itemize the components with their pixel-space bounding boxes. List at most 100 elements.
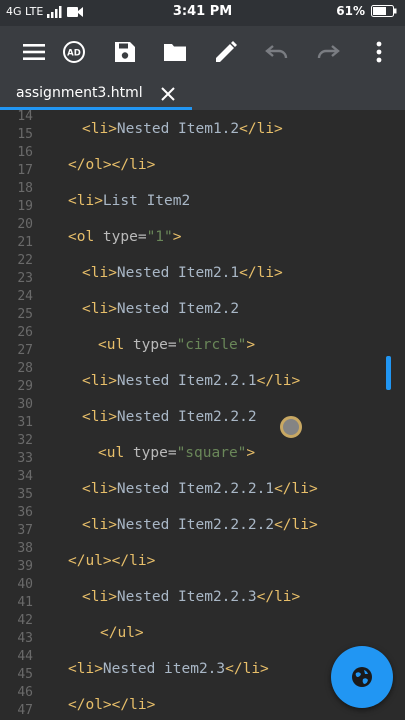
code-line[interactable]: <li>Nested Item2.2.1</li> [82, 372, 300, 390]
code-token: > [246, 337, 256, 353]
line-number: 45 [17, 667, 33, 682]
code-token: > [246, 445, 256, 461]
line-number: 35 [17, 487, 33, 502]
ad-button[interactable]: AD [60, 38, 88, 66]
code-line[interactable]: <li>Nested Item2.2.2.2</li> [82, 516, 318, 534]
code-editor[interactable]: 14 15 16 17 18 19 20 21 22 23 24 25 26 27 28 29 30 31 32 33… [0, 110, 405, 720]
svg-text:AD: AD [67, 49, 81, 59]
code-line[interactable]: <li>Nested Item2.2.2 [82, 408, 257, 426]
line-number: 21 [17, 235, 33, 250]
code-line[interactable]: <ol type="1"> [68, 228, 182, 246]
undo-button[interactable] [263, 38, 291, 66]
line-number: 24 [17, 289, 33, 304]
code-token: Nested Item2.2.3 [116, 589, 257, 605]
code-token: </ul></li> [68, 553, 156, 569]
line-number: 40 [17, 577, 33, 592]
code-token: type= [132, 337, 177, 353]
code-line[interactable]: <li>Nested Item2.1</li> [82, 264, 283, 282]
code-line[interactable]: </ul> [100, 624, 144, 642]
close-tab-button[interactable] [158, 84, 178, 104]
folder-icon [164, 44, 186, 61]
code-token: Nested Item2.2.2 [116, 409, 257, 425]
code-token: type= [132, 445, 177, 461]
code-token: <li> [82, 589, 117, 605]
line-number: 33 [17, 451, 33, 466]
edit-button[interactable] [212, 38, 240, 66]
line-number: 34 [17, 469, 33, 484]
code-line[interactable]: <li>List Item2 [68, 192, 190, 210]
save-button[interactable] [111, 38, 139, 66]
line-number: 30 [17, 397, 33, 412]
code-token: Nested Item1.2 [116, 121, 240, 137]
code-token: <ol [68, 229, 103, 245]
line-number: 42 [17, 613, 33, 628]
line-number: 19 [17, 199, 33, 214]
status-bar: 4G LTE 3:41 PM 61% [0, 0, 405, 26]
code-token: <li> [68, 193, 103, 209]
line-number: 31 [17, 415, 33, 430]
code-line[interactable]: <ul type="square"> [98, 444, 255, 462]
code-line[interactable]: <li>Nested Item2.2.3</li> [82, 588, 300, 606]
code-token: <li> [82, 265, 117, 281]
code-line[interactable]: <ul type="circle"> [98, 336, 255, 354]
redo-icon [317, 45, 340, 59]
line-number: 25 [17, 307, 33, 322]
file-tab[interactable]: assignment3.html [0, 78, 192, 110]
code-line[interactable]: <li>Nested Item2.2.2.1</li> [82, 480, 318, 498]
code-token: </li> [274, 481, 318, 497]
code-line[interactable]: </ol></li> [68, 696, 155, 714]
line-number: 28 [17, 361, 33, 376]
open-folder-button[interactable] [161, 38, 189, 66]
code-token: </ul> [100, 625, 144, 641]
scrollbar-thumb[interactable] [386, 356, 391, 390]
close-icon [161, 87, 175, 101]
file-tab-bar: assignment3.html [0, 78, 405, 110]
line-number: 15 [17, 127, 33, 142]
redo-button[interactable] [314, 38, 342, 66]
code-token: <li> [68, 661, 103, 677]
code-token: <ul [98, 337, 133, 353]
code-line[interactable]: </ol></li> [68, 156, 155, 174]
line-number: 22 [17, 253, 33, 268]
code-token: </ol></li> [68, 697, 156, 713]
code-token: </li> [239, 121, 283, 137]
touch-indicator [280, 416, 302, 438]
code-token: <li> [82, 301, 117, 317]
line-number: 41 [17, 595, 33, 610]
code-token: <li> [82, 373, 117, 389]
line-number: 47 [17, 703, 33, 718]
code-line[interactable]: </ul></li> [68, 552, 155, 570]
line-number: 23 [17, 271, 33, 286]
line-number: 38 [17, 541, 33, 556]
code-token: Nested Item2.2.2.1 [116, 481, 275, 497]
menu-button[interactable] [20, 38, 48, 66]
code-line[interactable]: <li>Nested Item1.2</li> [82, 120, 283, 138]
preview-button[interactable] [331, 646, 393, 708]
code-token: </li> [256, 373, 301, 389]
code-token: <li> [82, 121, 117, 137]
line-number: 43 [17, 631, 33, 646]
line-number: 29 [17, 379, 33, 394]
menu-icon [23, 44, 45, 60]
globe-icon [352, 667, 372, 687]
edit-icon [216, 41, 237, 62]
line-number: 18 [17, 181, 33, 196]
line-number: 46 [17, 685, 33, 700]
code-token: </li> [256, 589, 301, 605]
code-token: </li> [274, 517, 318, 533]
more-options-button[interactable] [365, 38, 393, 66]
code-token: <li> [82, 409, 117, 425]
code-line[interactable]: <li>Nested item2.3</li> [68, 660, 269, 678]
code-line[interactable]: <li>Nested Item2.2 [82, 300, 239, 318]
line-number: 32 [17, 433, 33, 448]
undo-icon [265, 45, 288, 59]
line-number: 37 [17, 523, 33, 538]
code-token: "circle" [176, 337, 247, 353]
code-token: > [172, 229, 182, 245]
code-token: Nested Item2.2.2.2 [116, 517, 275, 533]
line-number: 44 [17, 649, 33, 664]
status-right: 61% [336, 4, 397, 18]
code-token: <li> [82, 481, 117, 497]
ad-icon: AD [63, 41, 85, 63]
code-token: type= [102, 229, 147, 245]
